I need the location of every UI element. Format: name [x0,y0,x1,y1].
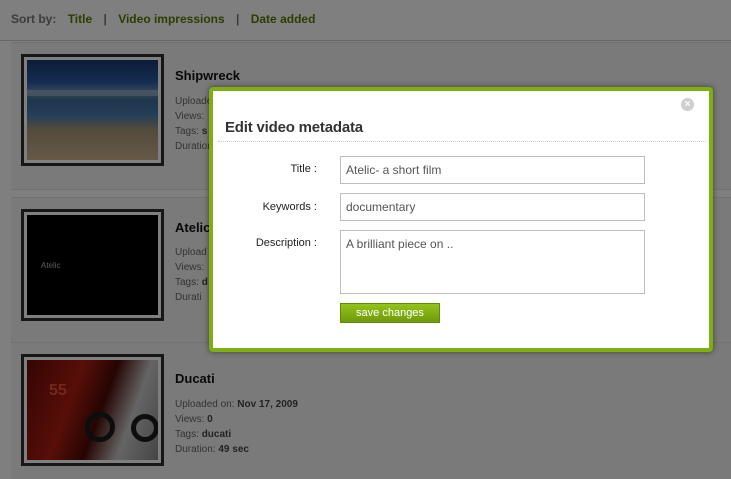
keywords-label: Keywords : [262,201,317,213]
save-changes-button[interactable]: save changes [340,303,440,323]
title-label: Title : [290,163,318,175]
title-input[interactable] [340,156,645,184]
keywords-input[interactable] [340,193,645,221]
dialog-title: Edit video metadata [225,119,363,136]
description-label: Description : [255,237,317,249]
description-textarea[interactable]: A brilliant piece on .. [340,230,645,294]
edit-metadata-dialog: × Edit video metadata Title : Keywords :… [209,87,713,352]
close-icon[interactable]: × [681,98,694,111]
title-divider [218,141,706,142]
